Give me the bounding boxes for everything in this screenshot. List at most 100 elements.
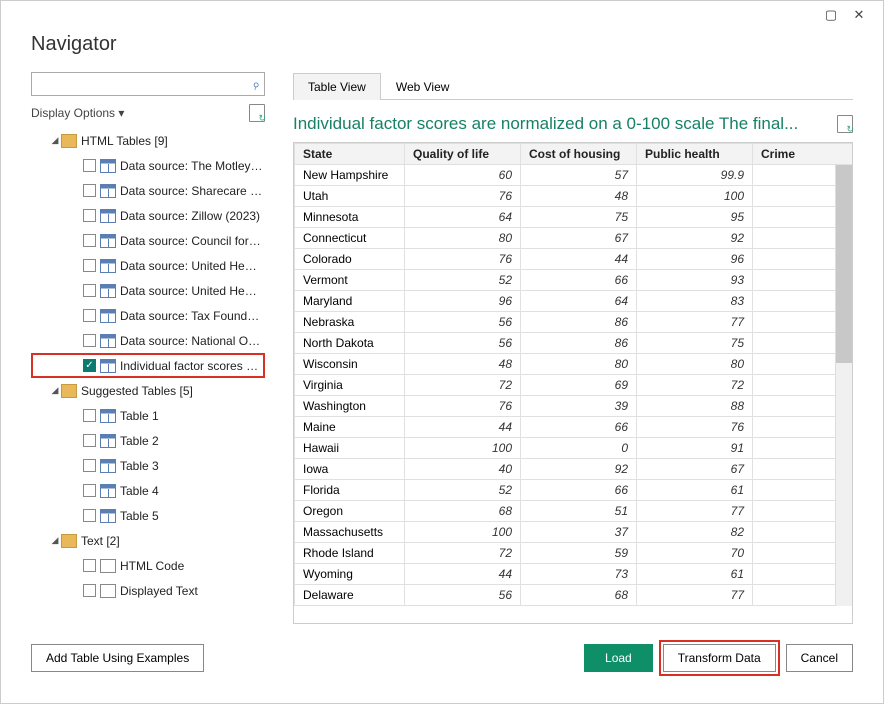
grid-vertical-scrollbar[interactable]	[835, 165, 852, 606]
add-table-using-examples-button[interactable]: Add Table Using Examples	[31, 644, 204, 672]
table-row[interactable]: Vermont52669391	[295, 270, 853, 291]
folder-icon	[61, 134, 77, 148]
checkbox[interactable]	[83, 184, 96, 197]
table-row[interactable]: New Hampshire605799.995	[295, 165, 853, 186]
tree-item-label: Data source: Council for C...	[120, 234, 263, 248]
tab-web-view[interactable]: Web View	[381, 73, 465, 100]
grid-horizontal-scroll[interactable]: StateQuality of lifeCost of housingPubli…	[294, 143, 852, 623]
checkbox[interactable]: ✓	[83, 359, 96, 372]
table-row[interactable]: Utah764810079	[295, 186, 853, 207]
table-row[interactable]: Delaware56687756	[295, 585, 853, 606]
column-header[interactable]: Public health	[637, 144, 753, 165]
load-button[interactable]: Load	[584, 644, 653, 672]
tree-item-html-5[interactable]: Data source: United Healt...	[31, 278, 265, 303]
checkbox[interactable]	[83, 584, 96, 597]
tree-item-suggested-2[interactable]: Table 3	[31, 453, 265, 478]
tree-group-text[interactable]: ◢Text [2]	[31, 528, 265, 553]
table-cell: 56	[405, 333, 521, 354]
table-row[interactable]: Maryland96648360	[295, 291, 853, 312]
table-cell: 68	[521, 585, 637, 606]
tree-item-label: HTML Tables [9]	[81, 134, 168, 148]
column-header[interactable]: State	[295, 144, 405, 165]
window-close-button[interactable]: ✕	[845, 3, 873, 27]
table-row[interactable]: Wyoming44736183	[295, 564, 853, 585]
table-row[interactable]: Virginia72697286	[295, 375, 853, 396]
table-row[interactable]: Rhode Island72597083	[295, 543, 853, 564]
search-input[interactable]	[36, 74, 252, 94]
table-row[interactable]: North Dakota56867570	[295, 333, 853, 354]
preview-pane: Table View Web View Individual factor sc…	[293, 72, 853, 624]
table-row[interactable]: Maine446676100	[295, 417, 853, 438]
tree-item-html-1[interactable]: Data source: Sharecare (20...	[31, 178, 265, 203]
text-icon	[100, 559, 116, 573]
refresh-icon[interactable]	[249, 104, 265, 122]
table-cell: 68	[405, 501, 521, 522]
table-cell: Rhode Island	[295, 543, 405, 564]
table-cell: 80	[637, 354, 753, 375]
table-row[interactable]: Florida52666162	[295, 480, 853, 501]
table-row[interactable]: Wisconsin48808071	[295, 354, 853, 375]
checkbox[interactable]	[83, 334, 96, 347]
tree-group-html-tables[interactable]: ◢HTML Tables [9]	[31, 128, 265, 153]
column-header[interactable]: Crime	[753, 144, 853, 165]
table-row[interactable]: Oregon68517775	[295, 501, 853, 522]
table-row[interactable]: Massachusetts100378273	[295, 522, 853, 543]
cancel-button[interactable]: Cancel	[786, 644, 853, 672]
table-row[interactable]: Colorado76449657	[295, 249, 853, 270]
table-row[interactable]: Hawaii10009180	[295, 438, 853, 459]
table-row[interactable]: Minnesota64759577	[295, 207, 853, 228]
table-cell: 44	[405, 417, 521, 438]
tree-item-html-4[interactable]: Data source: United Healt...	[31, 253, 265, 278]
column-header[interactable]: Cost of housing	[521, 144, 637, 165]
table-cell: 100	[405, 522, 521, 543]
checkbox[interactable]	[83, 309, 96, 322]
table-cell: Florida	[295, 480, 405, 501]
checkbox[interactable]	[83, 209, 96, 222]
tree-item-label: Data source: The Motley F...	[120, 159, 263, 173]
checkbox[interactable]	[83, 234, 96, 247]
table-cell: 72	[405, 543, 521, 564]
checkbox[interactable]	[83, 159, 96, 172]
tree-item-html-8[interactable]: ✓Individual factor scores ar...	[31, 353, 265, 378]
tree-item-text-1[interactable]: Displayed Text	[31, 578, 265, 603]
tree-item-html-6[interactable]: Data source: Tax Foundati...	[31, 303, 265, 328]
table-cell: 77	[637, 312, 753, 333]
preview-title: Individual factor scores are normalized …	[293, 114, 829, 134]
table-row[interactable]: Connecticut80679290	[295, 228, 853, 249]
checkbox[interactable]	[83, 284, 96, 297]
tree-item-html-0[interactable]: Data source: The Motley F...	[31, 153, 265, 178]
checkbox[interactable]	[83, 484, 96, 497]
checkbox[interactable]	[83, 434, 96, 447]
tree-item-suggested-1[interactable]: Table 2	[31, 428, 265, 453]
tree-item-suggested-3[interactable]: Table 4	[31, 478, 265, 503]
table-row[interactable]: Nebraska56867769	[295, 312, 853, 333]
table-cell: 40	[405, 459, 521, 480]
checkbox[interactable]	[83, 459, 96, 472]
search-box[interactable]: ⌕	[31, 72, 265, 96]
tree-item-html-7[interactable]: Data source: National Oce...	[31, 328, 265, 353]
tree-item-html-2[interactable]: Data source: Zillow (2023)	[31, 203, 265, 228]
checkbox[interactable]	[83, 259, 96, 272]
tab-table-view[interactable]: Table View	[293, 73, 381, 100]
checkbox[interactable]	[83, 409, 96, 422]
transform-data-button[interactable]: Transform Data	[663, 644, 776, 672]
table-cell: Utah	[295, 186, 405, 207]
caret-icon: ◢	[49, 385, 61, 396]
tree-item-text-0[interactable]: HTML Code	[31, 553, 265, 578]
checkbox[interactable]	[83, 509, 96, 522]
preview-refresh-icon[interactable]	[837, 115, 853, 133]
tree-item-suggested-0[interactable]: Table 1	[31, 403, 265, 428]
checkbox[interactable]	[83, 559, 96, 572]
table-cell: Wyoming	[295, 564, 405, 585]
display-options-dropdown[interactable]: Display Options ▾	[31, 106, 124, 120]
tree-item-suggested-4[interactable]: Table 5	[31, 503, 265, 528]
table-icon	[100, 484, 116, 498]
table-icon	[100, 434, 116, 448]
window-maximize-button[interactable]: ▢	[817, 3, 845, 27]
table-row[interactable]: Iowa40926773	[295, 459, 853, 480]
tree-item-label: Text [2]	[81, 534, 120, 548]
column-header[interactable]: Quality of life	[405, 144, 521, 165]
table-row[interactable]: Washington76398875	[295, 396, 853, 417]
tree-group-suggested-tables[interactable]: ◢Suggested Tables [5]	[31, 378, 265, 403]
tree-item-html-3[interactable]: Data source: Council for C...	[31, 228, 265, 253]
